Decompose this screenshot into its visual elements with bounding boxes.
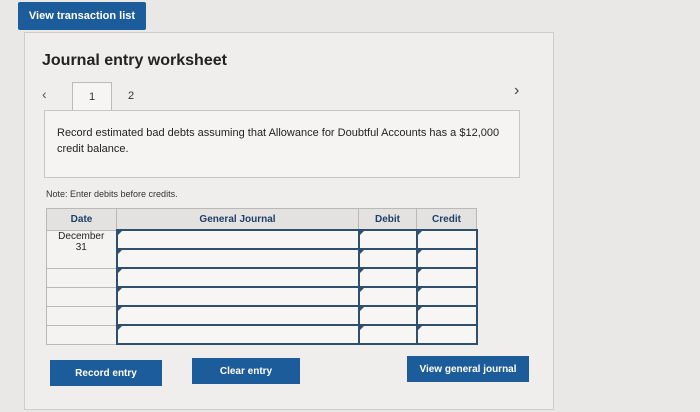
header-debit: Debit: [358, 208, 417, 231]
date-input[interactable]: [46, 267, 117, 288]
header-credit: Credit: [416, 208, 477, 231]
instruction-text: Record estimated bad debts assuming that…: [57, 127, 500, 155]
tab-2[interactable]: 2: [112, 82, 150, 110]
account-input[interactable]: [115, 248, 360, 269]
date-input[interactable]: [46, 286, 117, 307]
date-cell: December 31: [46, 229, 117, 269]
credit-input[interactable]: [415, 267, 478, 288]
credit-input[interactable]: [415, 286, 478, 307]
chevron-right-icon[interactable]: ›: [514, 82, 519, 100]
instruction-box: Record estimated bad debts assuming that…: [44, 110, 520, 178]
tab-1[interactable]: 1: [72, 82, 112, 111]
page-title: Journal entry worksheet: [42, 52, 227, 69]
account-input[interactable]: [115, 267, 360, 288]
account-input[interactable]: [115, 305, 360, 326]
header-date: Date: [46, 208, 117, 231]
credit-input[interactable]: [415, 229, 478, 250]
date-day: 31: [75, 241, 87, 253]
account-input[interactable]: [115, 286, 360, 307]
debit-input[interactable]: [357, 286, 418, 307]
debit-input[interactable]: [357, 324, 418, 345]
journal-table: Date General Journal Debit Credit Decemb…: [46, 208, 478, 345]
debit-input[interactable]: [357, 248, 418, 269]
credit-input[interactable]: [415, 305, 478, 326]
note-text: Note: Enter debits before credits.: [46, 189, 178, 199]
table-row: [46, 286, 478, 307]
credit-input[interactable]: [415, 248, 478, 269]
view-transaction-list-button[interactable]: View transaction list: [18, 2, 146, 30]
table-header-row: Date General Journal Debit Credit: [46, 208, 477, 231]
date-month: December: [58, 230, 105, 242]
table-row: [46, 267, 478, 288]
account-input[interactable]: [115, 229, 360, 250]
clear-entry-button[interactable]: Clear entry: [192, 358, 300, 384]
header-general-journal: General Journal: [116, 208, 359, 231]
view-general-journal-button[interactable]: View general journal: [407, 356, 529, 382]
date-input[interactable]: [46, 305, 117, 326]
table-row: [46, 324, 478, 345]
record-entry-button[interactable]: Record entry: [50, 360, 162, 386]
debit-input[interactable]: [357, 267, 418, 288]
table-row: December 31: [46, 229, 478, 269]
table-row: [46, 305, 478, 326]
credit-input[interactable]: [415, 324, 478, 345]
debit-input[interactable]: [357, 305, 418, 326]
debit-input[interactable]: [357, 229, 418, 250]
date-input[interactable]: [46, 324, 117, 345]
account-input[interactable]: [115, 324, 360, 345]
chevron-left-icon[interactable]: ‹: [42, 86, 47, 102]
